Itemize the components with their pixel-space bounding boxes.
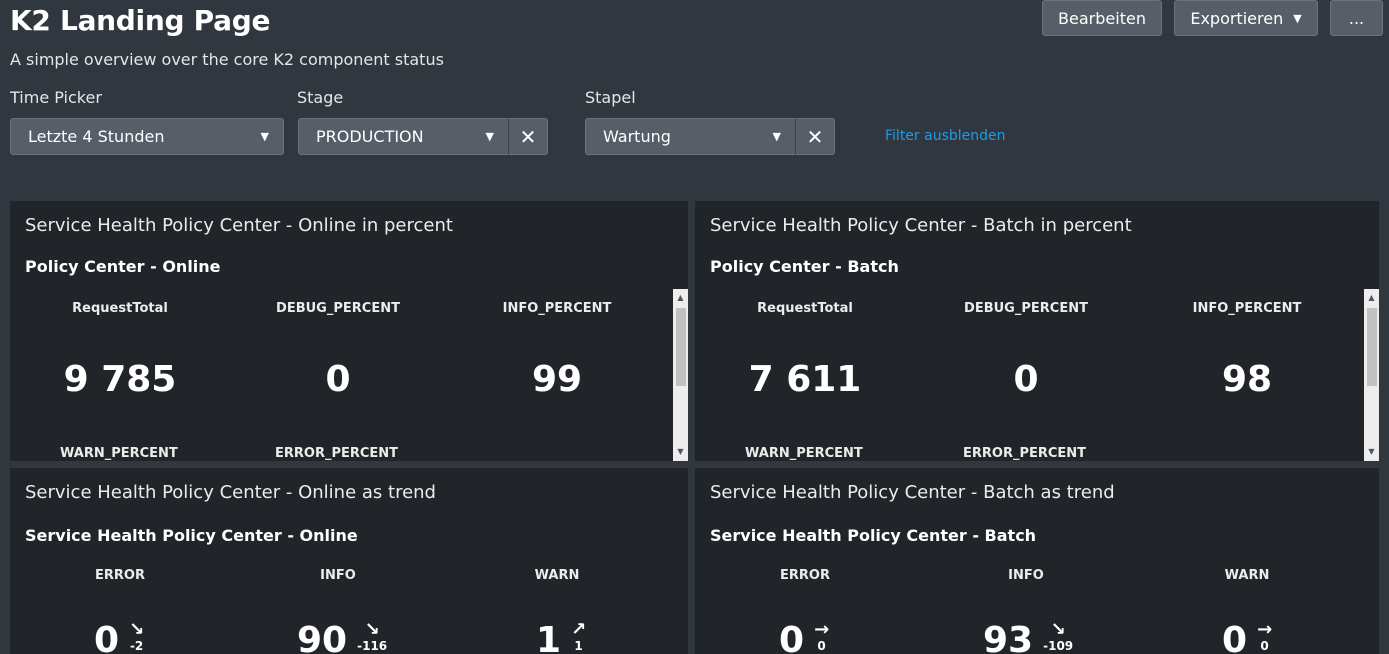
chevron-down-icon: ▼: [1293, 11, 1302, 25]
metric-value: 99: [531, 359, 583, 400]
trend-arrow-icon: ↘: [364, 619, 380, 640]
scroll-down-icon[interactable]: ▼: [673, 445, 688, 459]
edit-button[interactable]: Bearbeiten: [1042, 0, 1162, 36]
trend-indicator: ↗ 1: [571, 620, 586, 653]
export-button[interactable]: Exportieren ▼: [1174, 0, 1318, 36]
trend-arrow-icon: →: [1257, 619, 1273, 640]
page-subtitle: A simple overview over the core K2 compo…: [10, 50, 444, 69]
trend-delta: 1: [574, 639, 583, 653]
time-picker-value: Letzte 4 Stunden: [28, 127, 165, 146]
panel-subtitle: Policy Center - Online: [25, 257, 221, 276]
trend-indicator: → 0: [814, 620, 829, 653]
trend-metric: 90 ↘ -116: [297, 620, 387, 654]
stage-value: PRODUCTION: [316, 127, 424, 146]
metric-value: 93: [983, 620, 1034, 654]
trend-indicator: → 0: [1257, 620, 1272, 653]
stage-select[interactable]: PRODUCTION ▼: [298, 118, 509, 155]
close-icon: ✕: [519, 124, 537, 149]
trend-arrow-icon: →: [814, 619, 830, 640]
edit-button-label: Bearbeiten: [1058, 8, 1146, 28]
metric-value: 0: [1013, 359, 1039, 400]
stapel-clear-button[interactable]: ✕: [795, 118, 835, 155]
stapel-label: Stapel: [585, 88, 636, 107]
metric-label: INFO: [320, 568, 356, 583]
metric-label: DEBUG_PERCENT: [276, 301, 400, 316]
time-picker-select[interactable]: Letzte 4 Stunden ▼: [10, 118, 284, 155]
trend-metric: 93 ↘ -109: [983, 620, 1073, 654]
trend-arrow-icon: ↘: [1050, 619, 1066, 640]
metric-value: 0: [325, 359, 351, 400]
panel-scrollbar[interactable]: ▲ ▼: [1364, 289, 1379, 461]
trend-delta: 0: [1260, 639, 1269, 653]
trend-metric: 0 → 0: [779, 620, 829, 654]
stapel-select[interactable]: Wartung ▼: [585, 118, 796, 155]
metric-label: DEBUG_PERCENT: [964, 301, 1088, 316]
metric-value: 90: [297, 620, 348, 654]
panel-batch-percent: Service Health Policy Center - Batch in …: [695, 201, 1379, 461]
trend-metric: 1 ↗ 1: [536, 620, 586, 654]
trend-delta: -109: [1043, 639, 1074, 653]
scrollbar-thumb[interactable]: [676, 308, 686, 386]
metric-label-cut: WARN_PERCENT: [60, 446, 178, 461]
panel-title: Service Health Policy Center - Batch as …: [710, 482, 1115, 503]
scroll-up-icon[interactable]: ▲: [1364, 291, 1379, 305]
panel-online-percent: Service Health Policy Center - Online in…: [10, 201, 688, 461]
panel-title: Service Health Policy Center - Online in…: [25, 215, 453, 236]
trend-arrow-icon: ↘: [129, 619, 145, 640]
metric-value: 0: [779, 620, 805, 654]
metric-value: 7 611: [748, 359, 862, 400]
trend-delta: -116: [357, 639, 388, 653]
metric-label: ERROR: [780, 568, 830, 583]
stage-clear-button[interactable]: ✕: [508, 118, 548, 155]
time-picker-label: Time Picker: [10, 88, 102, 107]
panel-subtitle: Service Health Policy Center - Online: [25, 526, 358, 545]
metric-label-cut: ERROR_PERCENT: [275, 446, 399, 461]
scroll-up-icon[interactable]: ▲: [673, 291, 688, 305]
panel-batch-trend: Service Health Policy Center - Batch as …: [695, 468, 1379, 654]
scroll-down-icon[interactable]: ▼: [1364, 445, 1379, 459]
close-icon: ✕: [806, 124, 824, 149]
metric-label: RequestTotal: [72, 301, 168, 316]
chevron-down-icon: ▼: [772, 130, 781, 143]
trend-delta: 0: [817, 639, 826, 653]
metric-label: WARN: [534, 568, 580, 583]
export-button-label: Exportieren: [1190, 8, 1284, 28]
chevron-down-icon: ▼: [485, 130, 494, 143]
panel-subtitle: Service Health Policy Center - Batch: [710, 526, 1037, 545]
metric-label: RequestTotal: [757, 301, 853, 316]
metric-value: 9 785: [63, 359, 177, 400]
scrollbar-thumb[interactable]: [1367, 308, 1377, 386]
page-title: K2 Landing Page: [10, 4, 271, 37]
trend-metric: 0 → 0: [1222, 620, 1272, 654]
trend-arrow-icon: ↗: [571, 619, 587, 640]
chevron-down-icon: ▼: [260, 130, 269, 143]
metric-value: 98: [1221, 359, 1273, 400]
more-button[interactable]: ...: [1330, 0, 1383, 36]
trend-indicator: ↘ -109: [1043, 620, 1073, 653]
trend-delta: -2: [129, 639, 144, 653]
metric-label-cut: WARN_PERCENT: [745, 446, 863, 461]
metric-label-cut: ERROR_PERCENT: [963, 446, 1087, 461]
stapel-value: Wartung: [603, 127, 671, 146]
metric-label: WARN: [1224, 568, 1270, 583]
panel-title: Service Health Policy Center - Online as…: [25, 482, 436, 503]
top-actions: Bearbeiten Exportieren ▼ ...: [1042, 0, 1383, 36]
trend-indicator: ↘ -116: [357, 620, 387, 653]
metric-label: INFO_PERCENT: [1192, 301, 1302, 316]
metric-label: ERROR: [95, 568, 145, 583]
metric-value: 1: [536, 620, 562, 654]
panel-scrollbar[interactable]: ▲ ▼: [673, 289, 688, 461]
metric-label: INFO_PERCENT: [502, 301, 612, 316]
panel-title: Service Health Policy Center - Batch in …: [710, 215, 1132, 236]
metric-value: 0: [94, 620, 120, 654]
hide-filters-link[interactable]: Filter ausblenden: [885, 128, 1006, 144]
trend-metric: 0 ↘ -2: [94, 620, 144, 654]
trend-indicator: ↘ -2: [129, 620, 144, 653]
stage-label: Stage: [297, 88, 344, 107]
panel-online-trend: Service Health Policy Center - Online as…: [10, 468, 688, 654]
panel-subtitle: Policy Center - Batch: [710, 257, 899, 276]
metric-value: 0: [1222, 620, 1248, 654]
more-button-label: ...: [1348, 8, 1365, 28]
metric-label: INFO: [1008, 568, 1044, 583]
